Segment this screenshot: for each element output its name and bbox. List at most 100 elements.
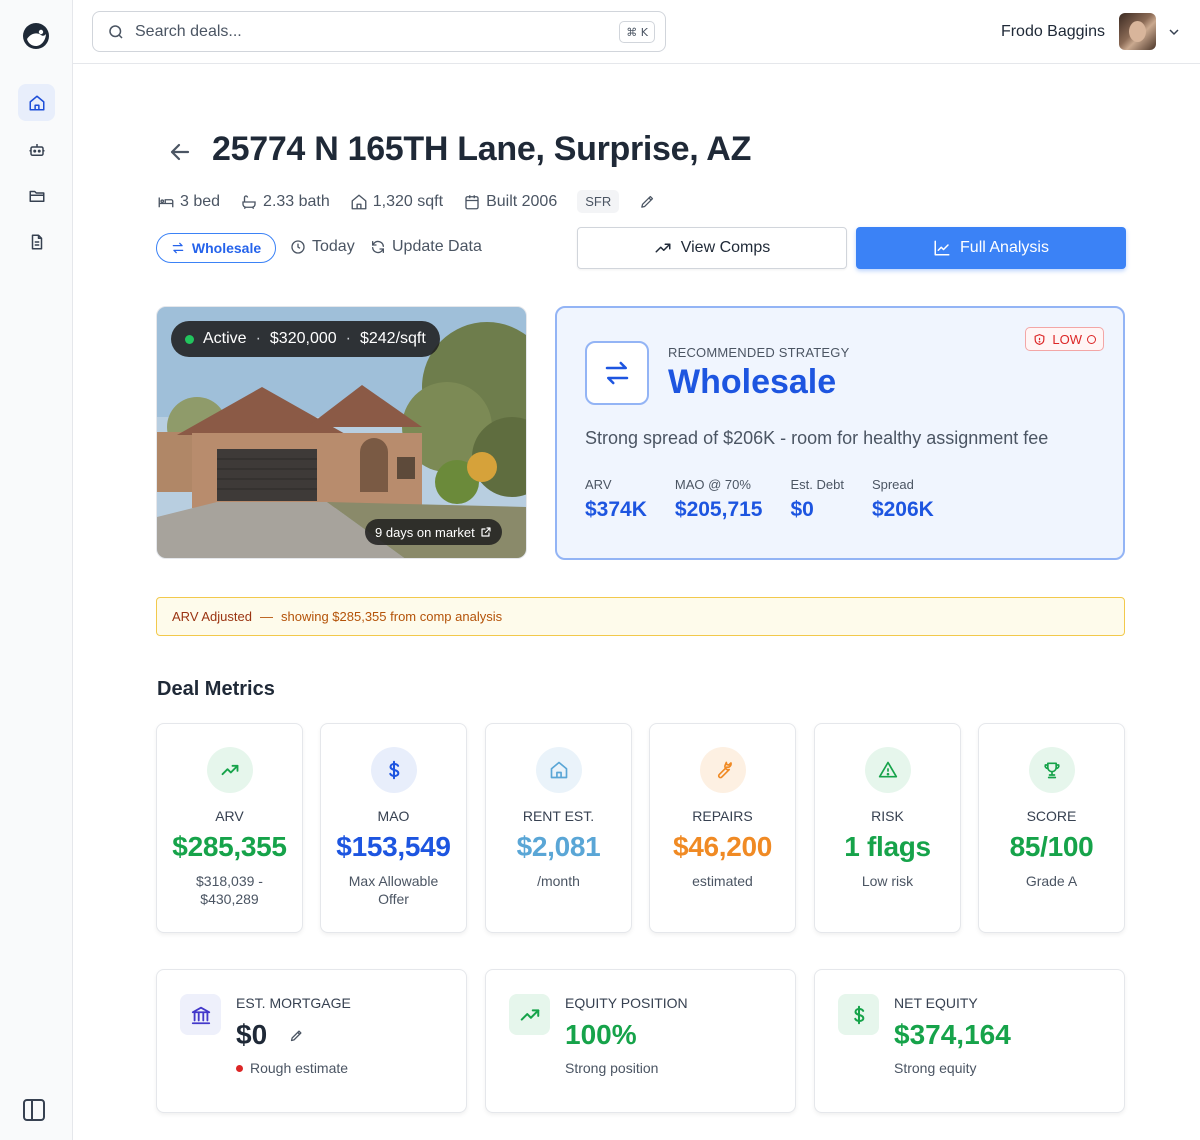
trending-up-icon	[520, 1008, 539, 1021]
built-text: Built 2006	[486, 192, 558, 210]
sidebar-item-documents[interactable]	[18, 223, 55, 260]
update-data-label: Update Data	[392, 238, 482, 255]
bank-icon	[191, 1006, 210, 1024]
full-analysis-button[interactable]: Full Analysis	[856, 227, 1126, 269]
calendar-icon	[465, 194, 479, 209]
swap-icon	[605, 361, 629, 385]
user-menu[interactable]: Frodo Baggins	[1001, 13, 1182, 50]
risk-ring-icon	[1087, 334, 1096, 344]
chevron-down-icon[interactable]	[1166, 24, 1182, 40]
warning-icon	[878, 761, 897, 778]
metric-value: $46,200	[672, 831, 773, 862]
stat-label: Est. Debt	[790, 477, 844, 492]
stat-label: ARV	[585, 477, 612, 492]
date-indicator: Today	[290, 238, 355, 256]
spec-sqft: 1,320 sqft	[350, 193, 443, 211]
separator-dot: ·	[345, 330, 351, 347]
trending-up-icon	[655, 243, 671, 253]
folder-icon	[29, 190, 44, 202]
alert-title: ARV Adjusted	[172, 609, 252, 624]
metric-label: SCORE	[1026, 808, 1077, 824]
net-equity-sub: Strong equity	[894, 1060, 977, 1076]
sidebar-item-bot[interactable]	[18, 131, 55, 168]
mortgage-sub: Rough estimate	[236, 1060, 348, 1076]
deal-metrics-title: Deal Metrics	[157, 678, 275, 700]
bank-icon-wrap	[180, 994, 221, 1035]
metric-sub: Max Allowable Offer	[348, 873, 439, 907]
chart-icon	[934, 240, 950, 256]
back-arrow-icon[interactable]	[167, 139, 193, 165]
strategy-stat-spread: Spread $206K	[872, 477, 934, 522]
metric-sub: /month	[537, 873, 580, 889]
mortgage-value-row: $0	[236, 1019, 304, 1051]
spec-baths: 2.33 bath	[240, 193, 330, 211]
page-title: 25774 N 165TH Lane, Surprise, AZ	[212, 130, 752, 168]
metric-label: RISK	[871, 808, 904, 824]
stat-value: $206K	[871, 498, 934, 521]
est-mortgage-card: EST. MORTGAGE $0 Rough estimate	[156, 969, 467, 1113]
stat-value: $374K	[585, 498, 647, 521]
bot-icon	[29, 143, 44, 156]
property-photo[interactable]: Active · $320,000 · $242/sqft 9 days on …	[156, 306, 527, 559]
risk-text: LOW	[1052, 331, 1082, 347]
update-data-button[interactable]: Update Data	[370, 238, 482, 256]
equity-position-value: 100%	[565, 1019, 637, 1050]
top-bar: ⌘ K Frodo Baggins	[73, 0, 1200, 64]
strategy-stat-debt: Est. Debt $0	[790, 477, 843, 522]
view-comps-label: View Comps	[680, 239, 771, 256]
risk-badge: LOW	[1025, 327, 1104, 351]
external-link-icon	[481, 527, 491, 537]
metric-sub: estimated	[692, 873, 753, 889]
strategy-name: Wholesale	[668, 363, 837, 401]
dollar-icon	[853, 1005, 864, 1024]
metric-sub: Grade A	[1025, 873, 1078, 889]
search-box[interactable]: ⌘ K	[92, 11, 666, 52]
metric-icon-wrap	[864, 747, 911, 793]
search-input[interactable]	[135, 22, 575, 41]
strategy-pill[interactable]: Wholesale	[156, 233, 276, 263]
price-per-sqft: $242/sqft	[359, 330, 426, 347]
edit-pencil-icon[interactable]	[289, 1028, 304, 1043]
stat-value: $205,715	[674, 498, 763, 521]
days-on-market-link[interactable]: 9 days on market	[365, 519, 502, 545]
equity-position-label: EQUITY POSITION	[565, 995, 688, 1011]
view-comps-button[interactable]: View Comps	[577, 227, 847, 269]
stat-label: Spread	[871, 477, 914, 492]
metric-card-repairs: REPAIRS $46,200 estimated	[649, 723, 796, 933]
bed-icon	[158, 197, 174, 207]
swap-icon	[172, 242, 184, 254]
mortgage-value: $0	[236, 1019, 268, 1050]
metric-label: RENT EST.	[522, 808, 595, 824]
refresh-icon	[372, 240, 384, 254]
sidebar	[0, 0, 73, 1140]
estimate-dot	[236, 1064, 243, 1072]
strategy-stat-mao: MAO @ 70% $205,715	[675, 477, 763, 522]
metric-icon-wrap	[370, 747, 417, 793]
search-icon	[109, 24, 123, 39]
edit-pencil-icon[interactable]	[639, 193, 656, 210]
list-price: $320,000	[269, 330, 337, 347]
metric-value: $285,355	[172, 831, 287, 862]
sidebar-item-home[interactable]	[18, 84, 55, 121]
sidebar-toggle-icon[interactable]	[21, 1097, 47, 1123]
logo-icon[interactable]	[22, 22, 50, 50]
trophy-icon	[1043, 762, 1060, 779]
dollar-icon-wrap	[838, 994, 879, 1035]
metric-label: MAO	[377, 808, 410, 824]
metric-value: 85/100	[1009, 831, 1094, 862]
trending-up-icon	[221, 764, 238, 776]
metric-icon-wrap	[535, 747, 582, 793]
shield-icon	[1034, 333, 1045, 345]
alert-dash: —	[259, 609, 273, 624]
equity-position-sub: Strong position	[565, 1060, 659, 1076]
metric-sub: Low risk	[861, 873, 914, 889]
house-icon	[550, 761, 567, 779]
metric-card-rent: RENT EST. $2,081 /month	[485, 723, 632, 933]
metric-label: REPAIRS	[692, 808, 753, 824]
sidebar-item-folder[interactable]	[18, 177, 55, 214]
metric-sub: $318,039 - $430,289	[196, 873, 263, 907]
dollar-icon	[388, 760, 399, 780]
document-icon	[31, 234, 42, 249]
bath-icon	[242, 194, 256, 209]
full-analysis-label: Full Analysis	[960, 239, 1049, 256]
